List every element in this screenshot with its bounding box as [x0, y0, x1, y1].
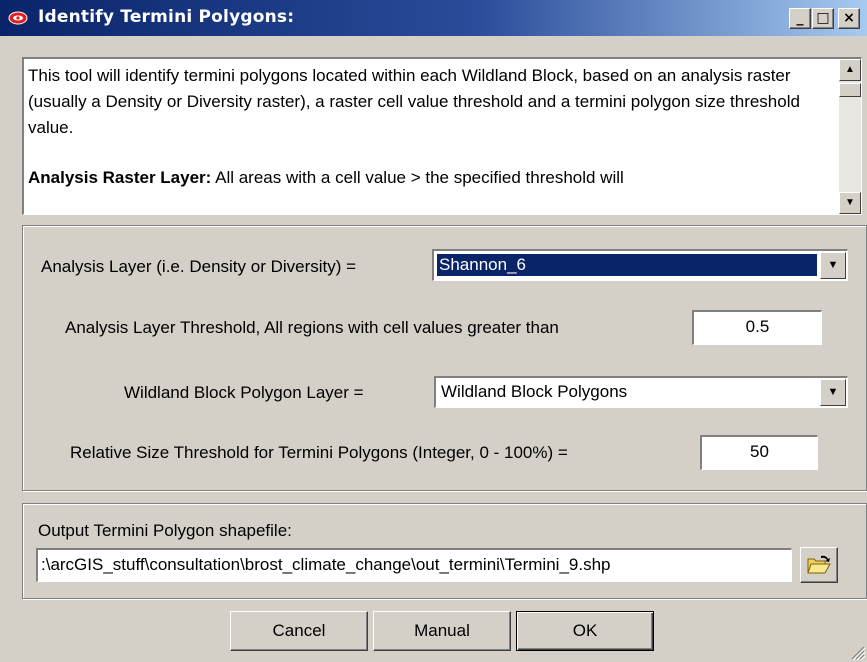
size-threshold-input[interactable]: 50 [700, 435, 818, 470]
threshold-input[interactable]: 0.5 [692, 310, 822, 345]
esri-red-eye-icon [8, 11, 28, 25]
manual-button[interactable]: Manual [373, 611, 511, 651]
output-label: Output Termini Polygon shapefile: [38, 521, 292, 540]
threshold-label: Analysis Layer Threshold, All regions wi… [65, 318, 559, 337]
help-paragraph-1: This tool will identify termini polygons… [28, 66, 800, 137]
chevron-down-icon: ▼ [827, 386, 839, 398]
wildland-block-dropdown[interactable]: Wildland Block Polygons ▼ [434, 376, 848, 408]
maximize-button[interactable]: □ [812, 8, 834, 29]
analysis-layer-value: Shannon_6 [436, 253, 818, 277]
analysis-layer-label: Analysis Layer (i.e. Density or Diversit… [41, 257, 357, 276]
output-path-input[interactable]: :\arcGIS_stuff\consultation\brost_climat… [36, 548, 792, 582]
wildland-block-value: Wildland Block Polygons [441, 382, 628, 401]
help-scrollbar[interactable]: ▲ ▼ [839, 59, 861, 214]
close-button[interactable]: × [838, 8, 860, 29]
ok-button[interactable]: OK [516, 611, 654, 651]
wildland-block-label: Wildland Block Polygon Layer = [124, 383, 364, 402]
cancel-button[interactable]: Cancel [230, 611, 368, 651]
analysis-layer-dropdown-button[interactable]: ▼ [820, 252, 846, 279]
help-text: This tool will identify termini polygons… [28, 63, 828, 214]
analysis-layer-dropdown[interactable]: Shannon_6 ▼ [432, 249, 848, 281]
help-heading: Analysis Raster Layer: [28, 168, 212, 187]
arrow-up-icon: ▲ [845, 64, 855, 75]
scroll-up-button[interactable]: ▲ [839, 59, 861, 81]
help-paragraph-2-text: All areas with a cell value > the specif… [211, 168, 624, 187]
close-icon: × [843, 10, 855, 26]
minimize-button[interactable]: _ [789, 8, 811, 29]
minimize-icon: _ [796, 10, 804, 26]
browse-button[interactable] [800, 547, 838, 583]
window-title: Identify Termini Polygons: [38, 7, 295, 27]
open-folder-icon [807, 555, 831, 574]
help-text-panel[interactable]: This tool will identify termini polygons… [22, 57, 862, 215]
resize-grip-icon[interactable] [849, 644, 865, 660]
scroll-thumb[interactable] [839, 83, 861, 97]
title-bar[interactable]: Identify Termini Polygons: _ □ × [0, 0, 867, 37]
scroll-down-button[interactable]: ▼ [839, 192, 861, 214]
maximize-icon: □ [816, 10, 830, 26]
help-paragraph-2: Analysis Raster Layer: All areas with a … [28, 165, 828, 191]
arrow-down-icon: ▼ [845, 197, 855, 208]
size-threshold-label: Relative Size Threshold for Termini Poly… [70, 443, 568, 462]
chevron-down-icon: ▼ [827, 259, 839, 271]
wildland-block-dropdown-button[interactable]: ▼ [820, 379, 846, 406]
